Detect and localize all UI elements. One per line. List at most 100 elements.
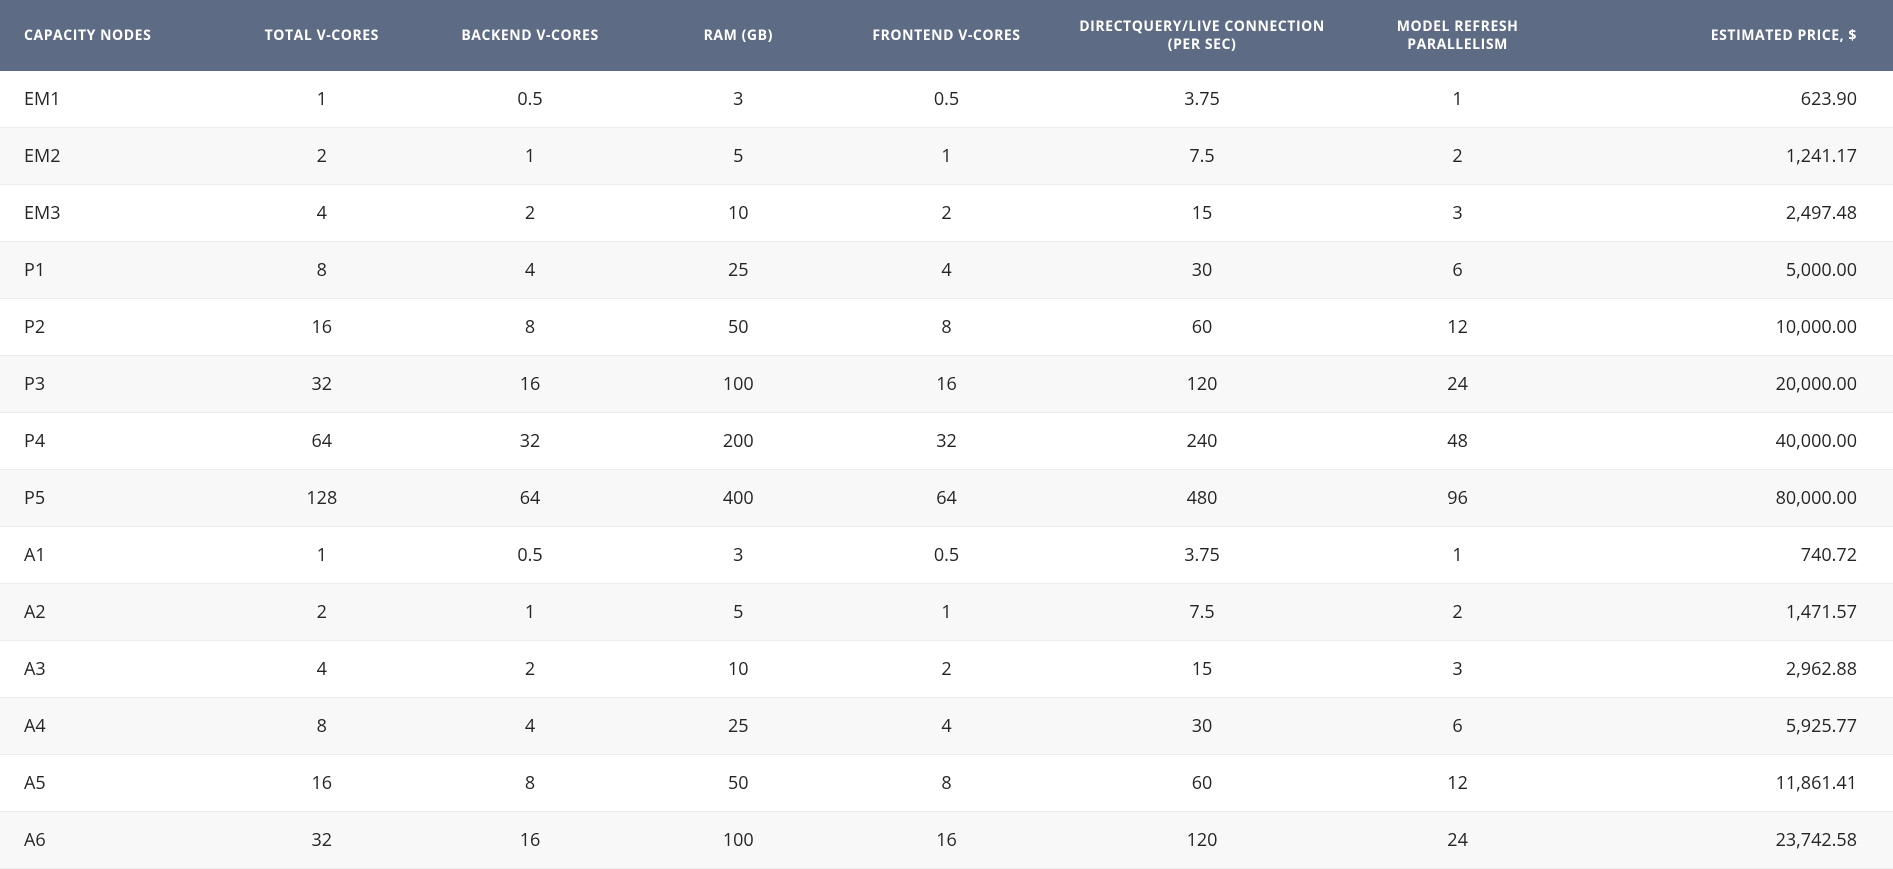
cell-model-refresh: 48 [1344,413,1571,470]
cell-model-refresh: 6 [1344,242,1571,299]
cell-backend-vcores: 32 [416,413,643,470]
cell-total-vcores: 2 [227,584,416,641]
cell-backend-vcores: 2 [416,185,643,242]
cell-backend-vcores: 16 [416,356,643,413]
cell-frontend-vcores: 0.5 [833,71,1060,128]
cell-model-refresh: 2 [1344,584,1571,641]
table-row: P512864400644809680,000.00 [0,470,1893,527]
cell-ram: 25 [644,698,833,755]
header-backend-vcores: BACKEND V-CORES [416,0,643,71]
table-row: P1842543065,000.00 [0,242,1893,299]
table-row: A5168508601211,861.41 [0,755,1893,812]
cell-estimated-price: 2,497.48 [1571,185,1893,242]
cell-total-vcores: 4 [227,641,416,698]
cell-total-vcores: 32 [227,356,416,413]
cell-directquery-live: 480 [1060,470,1344,527]
cell-estimated-price: 10,000.00 [1571,299,1893,356]
table-body: EM110.530.53.751623.90EM221517.521,241.1… [0,71,1893,869]
cell-frontend-vcores: 8 [833,755,1060,812]
cell-backend-vcores: 0.5 [416,71,643,128]
cell-directquery-live: 15 [1060,185,1344,242]
cell-directquery-live: 30 [1060,242,1344,299]
cell-frontend-vcores: 4 [833,242,1060,299]
cell-frontend-vcores: 4 [833,698,1060,755]
cell-capacity-node: P4 [0,413,227,470]
cell-frontend-vcores: 1 [833,584,1060,641]
cell-model-refresh: 1 [1344,527,1571,584]
cell-directquery-live: 7.5 [1060,584,1344,641]
table-header-row: CAPACITY NODES TOTAL V-CORES BACKEND V-C… [0,0,1893,71]
cell-capacity-node: A5 [0,755,227,812]
cell-total-vcores: 8 [227,698,416,755]
cell-model-refresh: 24 [1344,812,1571,869]
cell-backend-vcores: 4 [416,242,643,299]
cell-total-vcores: 8 [227,242,416,299]
cell-model-refresh: 3 [1344,641,1571,698]
cell-capacity-node: A6 [0,812,227,869]
cell-directquery-live: 7.5 [1060,128,1344,185]
cell-ram: 100 [644,812,833,869]
cell-ram: 200 [644,413,833,470]
cell-estimated-price: 2,962.88 [1571,641,1893,698]
cell-ram: 25 [644,242,833,299]
cell-ram: 5 [644,128,833,185]
cell-directquery-live: 120 [1060,356,1344,413]
cell-estimated-price: 23,742.58 [1571,812,1893,869]
cell-ram: 10 [644,641,833,698]
cell-model-refresh: 12 [1344,755,1571,812]
cell-backend-vcores: 8 [416,299,643,356]
table-row: A63216100161202423,742.58 [0,812,1893,869]
capacity-pricing-table: CAPACITY NODES TOTAL V-CORES BACKEND V-C… [0,0,1893,869]
cell-total-vcores: 4 [227,185,416,242]
cell-frontend-vcores: 16 [833,812,1060,869]
cell-frontend-vcores: 64 [833,470,1060,527]
cell-ram: 50 [644,755,833,812]
table-row: P2168508601210,000.00 [0,299,1893,356]
cell-capacity-node: A2 [0,584,227,641]
cell-model-refresh: 12 [1344,299,1571,356]
cell-total-vcores: 16 [227,299,416,356]
cell-directquery-live: 120 [1060,812,1344,869]
table-row: P33216100161202420,000.00 [0,356,1893,413]
header-ram: RAM (GB) [644,0,833,71]
cell-directquery-live: 30 [1060,698,1344,755]
cell-capacity-node: P3 [0,356,227,413]
cell-backend-vcores: 64 [416,470,643,527]
cell-directquery-live: 15 [1060,641,1344,698]
table-row: A110.530.53.751740.72 [0,527,1893,584]
cell-ram: 5 [644,584,833,641]
header-model-refresh: MODEL REFRESH PARALLELISM [1344,0,1571,71]
cell-frontend-vcores: 2 [833,641,1060,698]
cell-total-vcores: 1 [227,71,416,128]
cell-backend-vcores: 16 [416,812,643,869]
header-frontend-vcores: FRONTEND V-CORES [833,0,1060,71]
header-estimated-price: ESTIMATED PRICE, $ [1571,0,1893,71]
cell-estimated-price: 740.72 [1571,527,1893,584]
cell-frontend-vcores: 0.5 [833,527,1060,584]
cell-ram: 100 [644,356,833,413]
cell-ram: 3 [644,71,833,128]
cell-estimated-price: 1,471.57 [1571,584,1893,641]
cell-directquery-live: 240 [1060,413,1344,470]
cell-backend-vcores: 0.5 [416,527,643,584]
cell-capacity-node: EM2 [0,128,227,185]
cell-ram: 3 [644,527,833,584]
cell-estimated-price: 80,000.00 [1571,470,1893,527]
cell-ram: 10 [644,185,833,242]
cell-ram: 50 [644,299,833,356]
cell-total-vcores: 2 [227,128,416,185]
cell-total-vcores: 64 [227,413,416,470]
cell-model-refresh: 3 [1344,185,1571,242]
cell-backend-vcores: 1 [416,584,643,641]
cell-estimated-price: 5,925.77 [1571,698,1893,755]
cell-model-refresh: 96 [1344,470,1571,527]
cell-model-refresh: 2 [1344,128,1571,185]
table-row: A221517.521,471.57 [0,584,1893,641]
cell-backend-vcores: 1 [416,128,643,185]
table-row: A4842543065,925.77 [0,698,1893,755]
cell-backend-vcores: 4 [416,698,643,755]
cell-estimated-price: 40,000.00 [1571,413,1893,470]
cell-directquery-live: 60 [1060,755,1344,812]
cell-estimated-price: 11,861.41 [1571,755,1893,812]
cell-directquery-live: 60 [1060,299,1344,356]
